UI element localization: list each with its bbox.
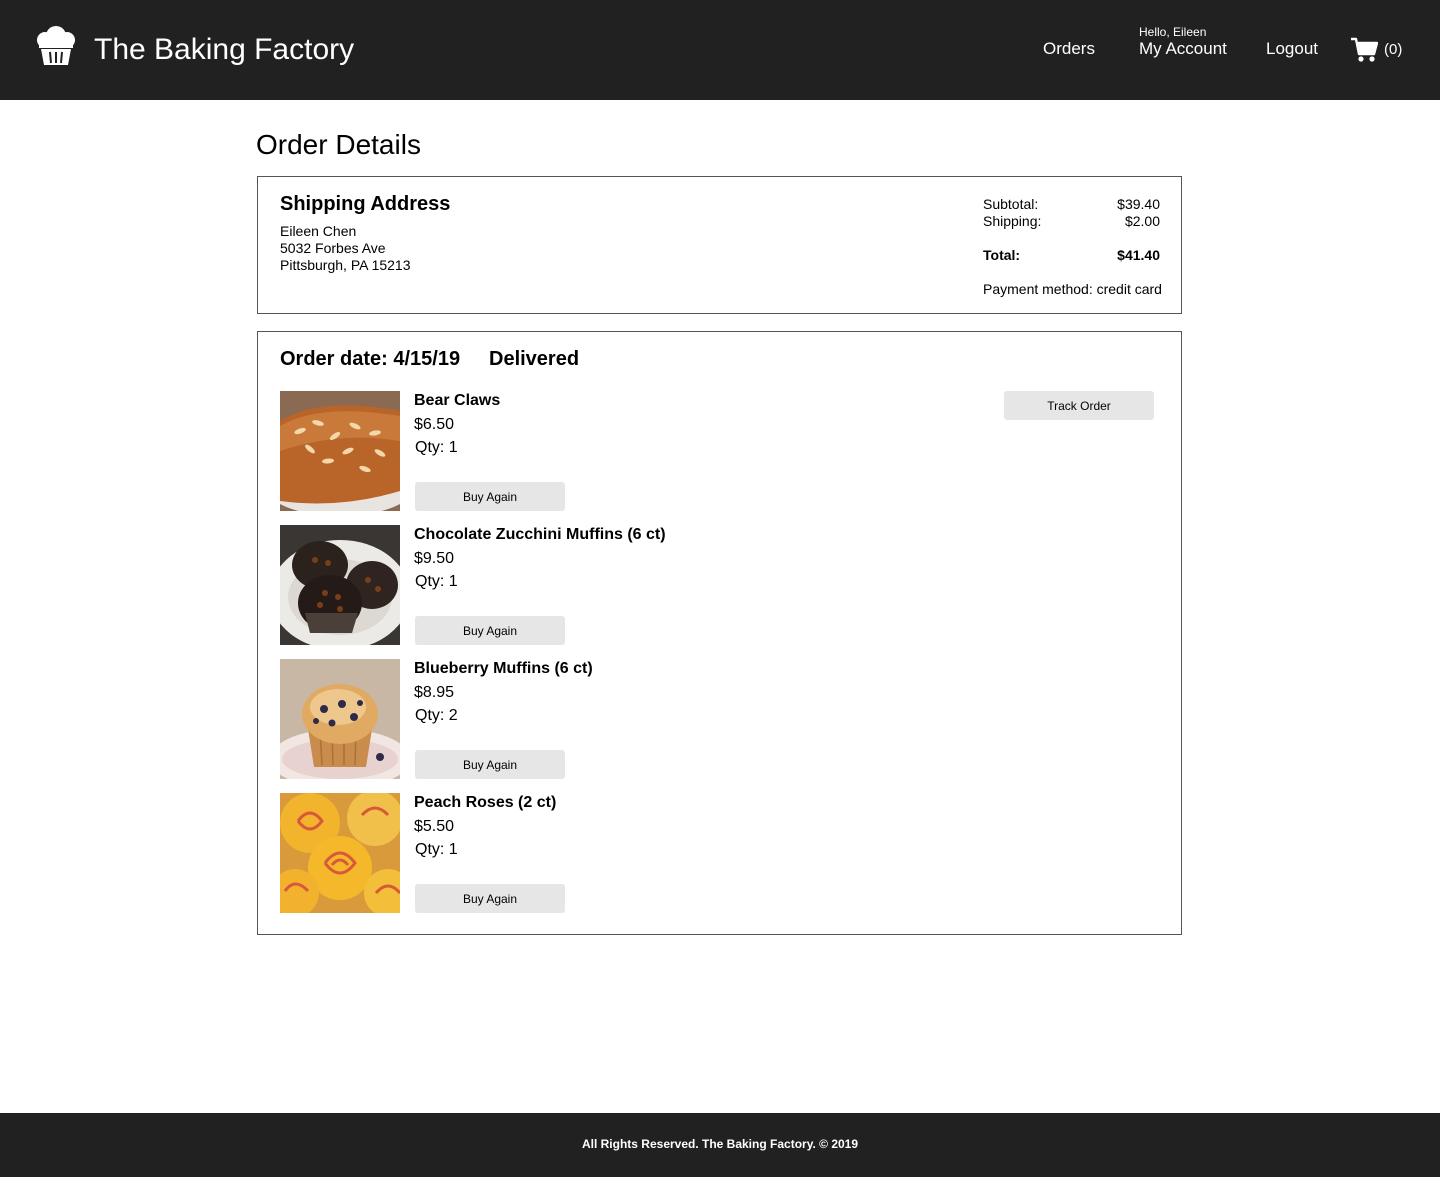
- shipping-street: 5032 Forbes Ave: [280, 240, 386, 256]
- cart-icon: [1351, 37, 1378, 62]
- total-value: $41.40: [1117, 247, 1160, 263]
- item-price: $8.95: [414, 684, 455, 701]
- order-item: Peach Roses (2 ct) $5.50 Qty: 1 Buy Agai…: [280, 793, 980, 915]
- nav-orders-link[interactable]: Orders: [1043, 38, 1095, 60]
- order-status: Delivered: [489, 348, 580, 370]
- buy-again-button[interactable]: Buy Again: [415, 750, 565, 779]
- subtotal-value: $39.40: [1117, 196, 1160, 212]
- buy-again-button[interactable]: Buy Again: [415, 616, 565, 645]
- order-summary-panel: Shipping Address Eileen Chen 5032 Forbes…: [257, 176, 1182, 314]
- chocolate-muffins-photo[interactable]: [280, 525, 400, 645]
- item-quantity: Qty: 1: [415, 573, 458, 590]
- item-name[interactable]: Peach Roses (2 ct): [414, 793, 556, 813]
- item-name[interactable]: Blueberry Muffins (6 ct): [414, 659, 593, 679]
- shipping-name: Eileen Chen: [280, 223, 357, 239]
- brand-name[interactable]: The Baking Factory: [94, 30, 354, 70]
- cart-button[interactable]: (0): [1350, 37, 1402, 63]
- subtotal-label: Subtotal:: [983, 196, 1039, 212]
- page-title: Order Details: [256, 129, 421, 160]
- item-quantity: Qty: 2: [415, 707, 458, 724]
- item-price: $9.50: [414, 550, 455, 567]
- buy-again-button[interactable]: Buy Again: [415, 884, 565, 913]
- nav-my-account-link[interactable]: My Account: [1139, 38, 1227, 60]
- item-name[interactable]: Bear Claws: [414, 391, 500, 411]
- shipping-address-heading: Shipping Address: [280, 193, 451, 215]
- item-quantity: Qty: 1: [415, 439, 458, 456]
- item-price: $6.50: [414, 416, 455, 433]
- bear-claws-photo[interactable]: [280, 391, 400, 511]
- buy-again-button[interactable]: Buy Again: [415, 482, 565, 511]
- order-item: Bear Claws $6.50 Qty: 1 Buy Again: [280, 391, 980, 513]
- copyright-text: All Rights Reserved. The Baking Factory.…: [581, 1137, 859, 1151]
- site-header: The Baking Factory Orders Hello, Eileen …: [0, 0, 1440, 100]
- order-items-panel: Order date: 4/15/19 Delivered Track Orde…: [257, 331, 1182, 935]
- cupcake-icon[interactable]: [35, 26, 77, 66]
- item-name[interactable]: Chocolate Zucchini Muffins (6 ct): [414, 525, 666, 545]
- peach-roses-photo[interactable]: [280, 793, 400, 913]
- order-item: Blueberry Muffins (6 ct) $8.95 Qty: 2 Bu…: [280, 659, 980, 781]
- user-greeting: Hello, Eileen: [1139, 25, 1207, 39]
- shipping-cost-label: Shipping:: [983, 213, 1042, 229]
- order-item: Chocolate Zucchini Muffins (6 ct) $9.50 …: [280, 525, 980, 647]
- cart-count: (0): [1384, 41, 1403, 58]
- item-price: $5.50: [414, 818, 455, 835]
- site-footer: All Rights Reserved. The Baking Factory.…: [0, 1113, 1440, 1177]
- track-order-button[interactable]: Track Order: [1004, 391, 1154, 420]
- total-label: Total:: [983, 247, 1021, 263]
- blueberry-muffin-photo[interactable]: [280, 659, 400, 779]
- shipping-city: Pittsburgh, PA 15213: [280, 257, 411, 273]
- nav-logout-link[interactable]: Logout: [1266, 38, 1318, 60]
- payment-method: Payment method: credit card: [983, 281, 1162, 297]
- order-date: Order date: 4/15/19: [280, 348, 461, 370]
- shipping-cost-value: $2.00: [1124, 213, 1160, 229]
- item-quantity: Qty: 1: [415, 841, 458, 858]
